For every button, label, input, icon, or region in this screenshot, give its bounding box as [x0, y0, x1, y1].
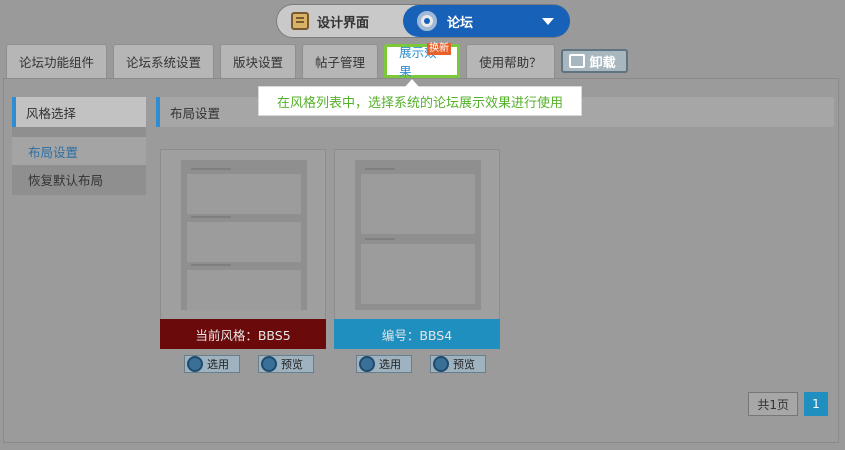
button-label: 预览: [453, 358, 475, 371]
select-style-button[interactable]: 选用: [356, 355, 412, 373]
tab-label: 论坛系统设置: [126, 55, 202, 70]
style-card-bbs4[interactable]: 编号：BBS4: [334, 149, 500, 349]
sidebar: 风格选择 布局设置 恢复默认布局: [12, 97, 146, 195]
sidebar-item-layout[interactable]: 布局设置: [12, 137, 146, 165]
preview-style-button[interactable]: 预览: [430, 355, 486, 373]
button-label: 选用: [207, 358, 229, 371]
style-card-label: 编号：BBS4: [334, 319, 500, 349]
new-badge: 换新: [427, 43, 452, 55]
page-number-button[interactable]: 1: [804, 392, 828, 416]
design-icon: [291, 12, 309, 30]
arrow-right-icon: [359, 356, 375, 372]
uninstall-icon: [568, 54, 585, 68]
chevron-down-icon: [542, 18, 554, 25]
style-card-label: 当前风格：BBS5: [160, 319, 326, 349]
style-card-actions: 选用 预览: [356, 355, 486, 373]
mode-switch: 设计界面 论坛: [276, 4, 570, 38]
tab-label: 版块设置: [233, 55, 284, 70]
uninstall-label: 卸载: [589, 55, 616, 71]
sidebar-title: 风格选择: [12, 97, 146, 127]
gear-icon: [417, 11, 437, 31]
tab-help[interactable]: 使用帮助？: [466, 44, 555, 78]
tab-board-settings[interactable]: 版块设置: [220, 44, 297, 78]
tooltip: 在风格列表中，选择系统的论坛展示效果进行使用: [258, 79, 582, 116]
pagination: 共1页 1: [748, 392, 828, 416]
style-thumbnail: [355, 160, 481, 310]
design-mode-button[interactable]: 设计界面: [285, 5, 405, 37]
page-count: 共1页: [748, 392, 798, 416]
tab-label: 使用帮助？: [479, 55, 542, 70]
button-label: 预览: [281, 358, 303, 371]
button-label: 选用: [379, 358, 401, 371]
arrow-right-icon: [187, 356, 203, 372]
tab-label: 帖子管理: [315, 55, 366, 70]
tab-post-management[interactable]: 帖子管理: [302, 44, 379, 78]
design-mode-label: 设计界面: [317, 15, 370, 31]
style-thumbnail: [181, 160, 307, 310]
preview-style-button[interactable]: 预览: [258, 355, 314, 373]
tab-label: 论坛功能组件: [19, 55, 95, 70]
forum-mode-label: 论坛: [447, 15, 474, 31]
style-card-actions: 选用 预览: [184, 355, 314, 373]
tab-forum-settings[interactable]: 论坛系统设置: [113, 44, 215, 78]
tab-forum-components[interactable]: 论坛功能组件: [6, 44, 108, 78]
magnifier-icon: [433, 356, 449, 372]
sidebar-item-restore-default[interactable]: 恢复默认布局: [12, 165, 146, 193]
uninstall-button[interactable]: 卸载: [560, 49, 628, 73]
content-panel: 风格选择 布局设置 恢复默认布局 布局设置 当前风格：BBS5 选用 预览 编号…: [3, 78, 839, 443]
magnifier-icon: [261, 356, 277, 372]
tab-display-effect[interactable]: 换新 展示效果: [384, 43, 461, 79]
select-style-button[interactable]: 选用: [184, 355, 240, 373]
tab-bar: 论坛功能组件 论坛系统设置 版块设置 帖子管理 换新 展示效果 使用帮助？ 卸载: [6, 43, 628, 79]
forum-mode-dropdown[interactable]: 论坛: [403, 5, 570, 37]
style-card-bbs5[interactable]: 当前风格：BBS5: [160, 149, 326, 349]
